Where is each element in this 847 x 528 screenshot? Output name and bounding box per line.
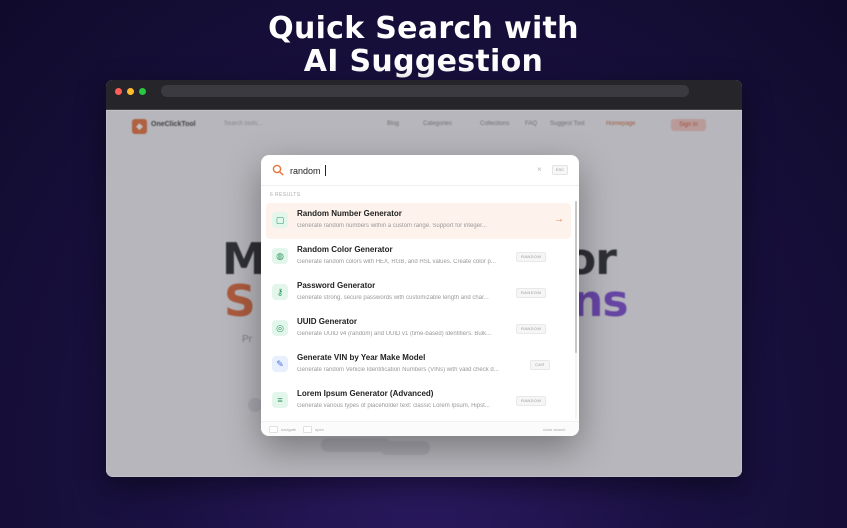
key-icon: ⚷ — [272, 284, 288, 300]
result-item-vin[interactable]: ✎ Generate VIN by Year Make Model Genera… — [266, 347, 571, 383]
result-title: Password Generator — [297, 281, 376, 290]
result-item-random-number[interactable]: ▢ Random Number Generator Generate rando… — [266, 203, 571, 239]
esc-key-hint[interactable]: ESC — [552, 165, 568, 175]
clear-icon[interactable]: × — [537, 165, 542, 175]
category-badge: RANDOM — [516, 252, 547, 262]
result-item-lorem-ipsum[interactable]: ≡ Lorem Ipsum Generator (Advanced) Gener… — [266, 383, 571, 419]
category-badge: RANDOM — [516, 324, 547, 334]
maximize-window-dot[interactable] — [139, 88, 146, 95]
result-description: Generate random numbers within a custom … — [297, 223, 487, 229]
result-description: Generate UUID v4 (random) and UUID v1 (t… — [297, 331, 492, 337]
results-scrollbar-thumb[interactable] — [575, 201, 577, 353]
result-description: Generate various types of placeholder te… — [297, 403, 490, 409]
arrow-keys-icon — [269, 426, 278, 433]
footer-open-hint: open — [315, 427, 324, 432]
address-bar[interactable] — [161, 85, 689, 97]
palette-icon: ◍ — [272, 248, 288, 264]
category-badge: RANDOM — [516, 288, 547, 298]
enter-key-icon — [303, 426, 312, 433]
result-title: Random Color Generator — [297, 245, 393, 254]
browser-toolbar — [106, 80, 742, 110]
result-title: Random Number Generator — [297, 209, 402, 218]
search-bar: × ESC — [261, 155, 579, 186]
wrench-icon: ✎ — [272, 356, 288, 372]
arrow-right-icon: → — [554, 214, 564, 225]
result-description: Generate random Vehicle Identification N… — [297, 367, 499, 373]
result-item-uuid[interactable]: ◎ UUID Generator Generate UUID v4 (rando… — [266, 311, 571, 347]
result-item-password[interactable]: ⚷ Password Generator Generate strong, se… — [266, 275, 571, 311]
result-title: UUID Generator — [297, 317, 358, 326]
text-lines-icon: ≡ — [272, 392, 288, 408]
minimize-window-dot[interactable] — [127, 88, 134, 95]
results-list: ▢ Random Number Generator Generate rando… — [266, 203, 571, 419]
result-item-random-color[interactable]: ◍ Random Color Generator Generate random… — [266, 239, 571, 275]
fingerprint-icon: ◎ — [272, 320, 288, 336]
search-footer: navigate open close search — [261, 421, 579, 436]
result-description: Generate random colors with HEX, RGB, an… — [297, 259, 496, 265]
close-window-dot[interactable] — [115, 88, 122, 95]
promo-title-line1: Quick Search with — [268, 11, 579, 46]
result-title: Lorem Ipsum Generator (Advanced) — [297, 389, 434, 398]
results-count: 6 RESULTS — [270, 192, 301, 198]
footer-close-hint: close search — [543, 427, 566, 432]
number-icon: ▢ — [272, 212, 288, 228]
search-input[interactable] — [290, 163, 490, 178]
promo-title-line2: AI Suggestion — [303, 44, 544, 79]
search-modal: × ESC 6 RESULTS ▢ Random Number Generato… — [261, 155, 579, 436]
text-cursor — [325, 165, 326, 176]
result-description: Generate strong, secure passwords with c… — [297, 295, 489, 301]
search-icon — [272, 164, 284, 176]
category-badge: RANDOM — [516, 396, 547, 406]
result-title: Generate VIN by Year Make Model — [297, 353, 426, 362]
category-badge: CAR — [530, 360, 550, 370]
footer-navigate-hint: navigate — [281, 427, 297, 432]
